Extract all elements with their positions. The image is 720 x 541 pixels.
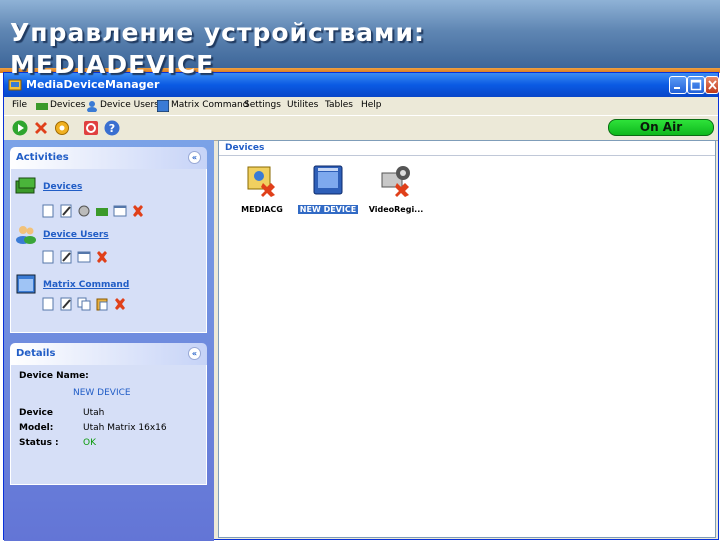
devices-pane: Devices MEDIACG NEW DEVICE VideoRegi... xyxy=(218,140,716,538)
maximize-button[interactable] xyxy=(687,76,705,94)
activities-panel: Devices Device Users Matrix Command xyxy=(10,169,207,333)
menu-matrix-command[interactable]: Matrix Command xyxy=(171,100,248,110)
help-icon[interactable]: ? xyxy=(104,120,120,136)
close-button[interactable] xyxy=(705,76,719,94)
devices-menu-icon xyxy=(36,103,48,110)
matrix-menu-icon xyxy=(157,100,169,112)
delete-command-icon[interactable] xyxy=(113,297,127,311)
activities-header[interactable]: Activities « xyxy=(10,147,207,169)
device-item-videoregi[interactable]: VideoRegi... xyxy=(361,163,431,219)
gear-icon[interactable] xyxy=(54,120,70,136)
maximize-icon xyxy=(690,79,702,91)
device-name-label: Device Name: xyxy=(19,371,89,381)
delete-user-icon[interactable] xyxy=(95,250,109,264)
refresh-icon[interactable] xyxy=(83,120,99,136)
menu-bar: File Devices Device Users Matrix Command… xyxy=(4,97,718,115)
play-icon[interactable] xyxy=(12,120,28,136)
menu-utilites[interactable]: Utilites xyxy=(287,100,318,110)
status-label: Status : xyxy=(19,438,59,448)
new-device-icon[interactable] xyxy=(41,204,55,218)
devices-pane-title: Devices xyxy=(225,143,265,153)
mediacg-label: MEDIACG xyxy=(241,205,283,214)
new-command-icon[interactable] xyxy=(41,297,55,311)
model-value: Utah Matrix 16x16 xyxy=(83,423,167,433)
device-item-mediacg[interactable]: MEDIACG xyxy=(227,163,297,219)
menu-devices[interactable]: Devices xyxy=(50,100,85,110)
devices-link[interactable]: Devices xyxy=(43,182,82,192)
videoregi-label: VideoRegi... xyxy=(368,205,424,214)
edit-device-icon[interactable] xyxy=(59,204,73,218)
details-header[interactable]: Details « xyxy=(10,343,207,365)
minimize-button[interactable] xyxy=(669,76,687,94)
copy-command-icon[interactable] xyxy=(77,297,91,311)
matrix-icon xyxy=(16,274,36,294)
users-icon xyxy=(16,226,36,244)
on-air-status[interactable]: On Air xyxy=(608,119,714,136)
device-label: Device xyxy=(19,408,53,418)
window-title: MediaDeviceManager xyxy=(26,78,160,91)
app-window: MediaDeviceManager File Devices Device U… xyxy=(3,72,719,541)
details-collapse-button[interactable]: « xyxy=(188,347,201,360)
status-value: OK xyxy=(83,438,96,448)
mediacg-device-icon xyxy=(247,166,275,197)
minimize-icon xyxy=(674,87,680,89)
menu-settings[interactable]: Settings xyxy=(244,100,281,110)
device-name-value: NEW DEVICE xyxy=(73,388,131,398)
device-users-link[interactable]: Device Users xyxy=(43,230,109,240)
slide-title-line1: Управление устройствами: xyxy=(10,18,425,47)
menu-tables[interactable]: Tables xyxy=(325,100,353,110)
toolbar: ? On Air xyxy=(4,115,718,141)
paste-command-icon[interactable] xyxy=(95,297,109,311)
videoregi-device-icon xyxy=(381,166,410,197)
user-window-icon[interactable] xyxy=(77,250,91,264)
delete-device-icon[interactable] xyxy=(131,204,145,218)
device-window-icon[interactable] xyxy=(113,204,127,218)
left-pane: Activities « Devices Device Users Matrix… xyxy=(4,140,214,541)
app-icon xyxy=(8,79,22,91)
matrix-command-link[interactable]: Matrix Command xyxy=(43,280,129,290)
svg-text:?: ? xyxy=(109,122,115,135)
new-user-icon[interactable] xyxy=(41,250,55,264)
users-menu-icon xyxy=(87,101,97,112)
details-panel: Device Name: NEW DEVICE Device Utah Mode… xyxy=(10,365,207,485)
devices-pane-divider xyxy=(219,155,715,156)
new-device-label-text: NEW DEVICE xyxy=(297,205,359,214)
edit-command-icon[interactable] xyxy=(59,297,73,311)
slide-title: Управление устройствами: MEDIADEVICE xyxy=(10,18,425,78)
details-title: Details xyxy=(16,348,56,359)
slide-title-line2: MEDIADEVICE xyxy=(10,50,215,79)
menu-help[interactable]: Help xyxy=(361,100,382,110)
model-label: Model: xyxy=(19,423,54,433)
activities-title: Activities xyxy=(16,152,69,163)
device-add-icon[interactable] xyxy=(95,204,109,218)
device-value: Utah xyxy=(83,408,105,418)
new-device-label: NEW DEVICE xyxy=(293,205,363,214)
menu-device-users[interactable]: Device Users xyxy=(100,100,159,110)
close-icon xyxy=(708,80,717,90)
new-device-icon xyxy=(313,165,343,195)
devices-icon xyxy=(15,177,36,194)
stop-icon[interactable] xyxy=(33,120,49,136)
edit-user-icon[interactable] xyxy=(59,250,73,264)
device-item-new-device[interactable]: NEW DEVICE xyxy=(293,163,363,219)
device-settings-icon[interactable] xyxy=(77,204,91,218)
activities-collapse-button[interactable]: « xyxy=(188,151,201,164)
menu-file[interactable]: File xyxy=(12,100,27,110)
